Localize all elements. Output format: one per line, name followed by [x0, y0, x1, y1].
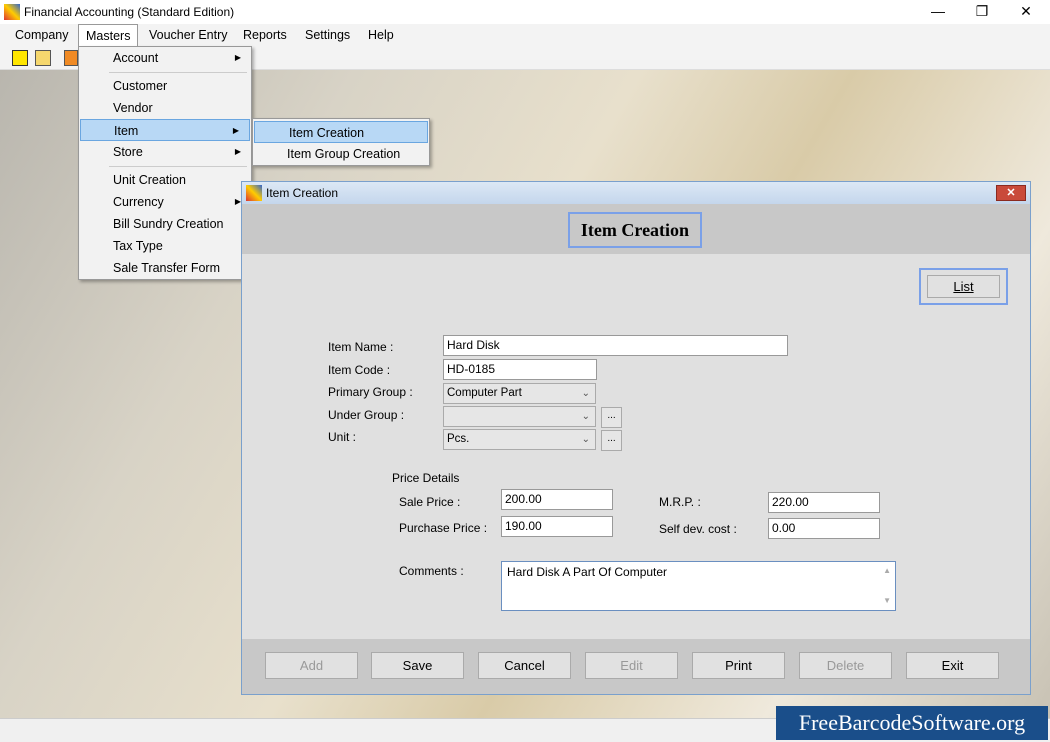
menu-help[interactable]: Help — [361, 24, 401, 46]
scroll-up-icon[interactable]: ▲ — [883, 564, 891, 578]
app-icon — [246, 185, 262, 201]
new-icon[interactable] — [12, 50, 28, 66]
minimize-button[interactable]: — — [916, 0, 960, 24]
item-code-label: Item Code : — [328, 363, 391, 377]
menu-company[interactable]: Company — [8, 24, 76, 46]
sale-price-input[interactable]: 200.00 — [501, 489, 613, 510]
dialog-title-bar: Item Creation ✕ — [242, 182, 1030, 204]
menu-bar: Company Masters Voucher Entry Reports Se… — [0, 24, 1050, 46]
edit-button[interactable]: Edit — [585, 652, 678, 679]
item-code-input[interactable]: HD-0185 — [443, 359, 597, 380]
chevron-down-icon: ⌄ — [581, 388, 590, 399]
chevron-down-icon: ⌄ — [581, 411, 590, 422]
separator — [109, 72, 247, 73]
unit-label: Unit : — [328, 430, 357, 444]
primary-group-label: Primary Group : — [328, 385, 413, 399]
menu-item-sale-transfer-form[interactable]: Sale Transfer Form — [79, 257, 251, 279]
menu-item-customer[interactable]: Customer — [79, 75, 251, 97]
header-title: Item Creation — [568, 212, 702, 248]
under-group-select[interactable]: ⌄ — [443, 406, 596, 427]
menu-item-vendor[interactable]: Vendor — [79, 97, 251, 119]
chevron-down-icon: ⌄ — [581, 434, 590, 445]
delete-button[interactable]: Delete — [799, 652, 892, 679]
under-group-browse-button[interactable]: ... — [601, 407, 622, 428]
price-details-heading: Price Details — [392, 471, 460, 485]
label: Item — [114, 124, 139, 138]
value: Hard Disk A Part Of Computer — [507, 565, 668, 579]
menu-item-unit-creation[interactable]: Unit Creation — [79, 169, 251, 191]
app-icon — [4, 4, 20, 20]
menu-item-store[interactable]: Store ▶ — [79, 141, 251, 163]
print-button[interactable]: Print — [692, 652, 785, 679]
menu-item-currency[interactable]: Currency ▶ — [79, 191, 251, 213]
menu-item-account[interactable]: Account ▶ — [79, 47, 251, 69]
item-submenu: Item Creation Item Group Creation — [252, 118, 430, 166]
dialog-close-button[interactable]: ✕ — [996, 185, 1026, 201]
open-folder-icon[interactable] — [35, 50, 51, 66]
unit-select[interactable]: Pcs. ⌄ — [443, 429, 596, 450]
mrp-input[interactable]: 220.00 — [768, 492, 880, 513]
scroll-down-icon[interactable]: ▼ — [883, 594, 891, 608]
primary-group-select[interactable]: Computer Part ⌄ — [443, 383, 596, 404]
comments-textarea[interactable]: Hard Disk A Part Of Computer ▲ ▼ — [501, 561, 896, 611]
label: Store — [113, 145, 143, 159]
submenu-arrow-icon: ▶ — [234, 53, 241, 62]
add-button[interactable]: Add — [265, 652, 358, 679]
watermark: FreeBarcodeSoftware.org — [776, 706, 1048, 740]
dialog-header: Item Creation — [242, 204, 1030, 254]
menu-voucher-entry[interactable]: Voucher Entry — [142, 24, 235, 46]
exit-button[interactable]: Exit — [906, 652, 999, 679]
title-bar: Financial Accounting (Standard Edition) … — [0, 0, 1050, 24]
close-button[interactable]: ✕ — [1004, 0, 1048, 24]
app-title: Financial Accounting (Standard Edition) — [24, 5, 235, 19]
button-bar: Add Save Cancel Edit Print Delete Exit — [242, 639, 1030, 694]
value: Computer Part — [447, 387, 522, 399]
item-name-label: Item Name : — [328, 340, 394, 354]
under-group-label: Under Group : — [328, 408, 405, 422]
masters-menu: Account ▶ Customer Vendor Item ▶ Store ▶ Un… — [78, 46, 252, 280]
comments-label: Comments : — [399, 564, 464, 578]
item-name-input[interactable]: Hard Disk — [443, 335, 788, 356]
sale-price-label: Sale Price : — [399, 495, 461, 509]
maximize-button[interactable]: ❐ — [960, 0, 1004, 24]
dialog-title: Item Creation — [266, 186, 339, 200]
menu-settings[interactable]: Settings — [298, 24, 357, 46]
calendar-icon[interactable] — [64, 50, 78, 66]
list-button-frame: List — [919, 268, 1008, 305]
menu-masters[interactable]: Masters — [78, 24, 139, 46]
self-dev-cost-input[interactable]: 0.00 — [768, 518, 880, 539]
label: Account — [113, 51, 159, 65]
submenu-arrow-icon: ▶ — [232, 126, 239, 135]
unit-browse-button[interactable]: ... — [601, 430, 622, 451]
self-dev-cost-label: Self dev. cost : — [659, 522, 737, 536]
purchase-price-label: Purchase Price : — [399, 521, 488, 535]
menu-reports[interactable]: Reports — [236, 24, 294, 46]
submenu-arrow-icon: ▶ — [234, 147, 241, 156]
list-button[interactable]: List — [927, 275, 1000, 298]
menu-item-item-creation[interactable]: Item Creation — [254, 121, 428, 143]
menu-item-item-group-creation[interactable]: Item Group Creation — [253, 143, 429, 165]
purchase-price-input[interactable]: 190.00 — [501, 516, 613, 537]
separator — [109, 166, 247, 167]
item-creation-dialog: Item Creation ✕ Item Creation List Item … — [241, 181, 1031, 695]
menu-item-bill-sundry-creation[interactable]: Bill Sundry Creation — [79, 213, 251, 235]
cancel-button[interactable]: Cancel — [478, 652, 571, 679]
label: Currency — [113, 195, 164, 209]
menu-item-tax-type[interactable]: Tax Type — [79, 235, 251, 257]
mrp-label: M.R.P. : — [659, 495, 701, 509]
value: Pcs. — [447, 433, 470, 445]
save-button[interactable]: Save — [371, 652, 464, 679]
menu-item-item[interactable]: Item ▶ — [80, 119, 250, 141]
